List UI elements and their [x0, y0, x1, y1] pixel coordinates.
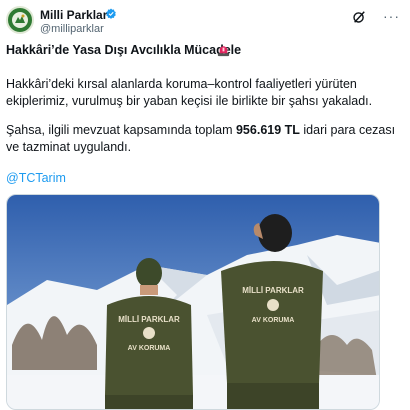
- tweet-paragraph-2: Şahsa, ilgili mevzuat kapsamında toplam …: [6, 122, 404, 156]
- verified-badge-icon: [106, 8, 116, 19]
- patch-text-right: MİLLİ PARKLAR: [242, 286, 304, 295]
- patch-text-left: MİLLİ PARKLAR: [118, 315, 180, 324]
- milli-parklar-logo-icon: [9, 9, 31, 31]
- fine-amount: 956.619 TL: [235, 123, 300, 137]
- police-siren-emoji-icon: [217, 46, 230, 57]
- account-handle[interactable]: @milliparklar: [40, 23, 104, 35]
- grok-icon[interactable]: [352, 10, 366, 24]
- account-name[interactable]: Milli Parklar: [40, 8, 107, 22]
- paragraph-2-start: Şahsa, ilgili mevzuat kapsamında toplam: [6, 123, 236, 137]
- tweet-header: Milli Parklar @milliparklar ···: [6, 6, 404, 36]
- more-options-icon[interactable]: ···: [383, 8, 400, 24]
- mention-link[interactable]: @TCTarim: [6, 171, 66, 185]
- tweet-title: Hakkâri’de Yasa Dışı Avcılıkla Mücadele: [6, 43, 242, 57]
- tweet-photo[interactable]: MİLLİ PARKLAR AV KORUMA MİLLİ PARKLAR AV…: [6, 194, 380, 410]
- tweet-paragraph-1: Hakkâri’deki kırsal alanlarda koruma–kon…: [6, 77, 373, 108]
- patch-subtext-right: AV KORUMA: [252, 317, 295, 324]
- avatar[interactable]: [6, 6, 34, 34]
- patch-subtext-left: AV KORUMA: [128, 345, 171, 352]
- rangers-in-snow-photo: MİLLİ PARKLAR AV KORUMA MİLLİ PARKLAR AV…: [7, 195, 379, 409]
